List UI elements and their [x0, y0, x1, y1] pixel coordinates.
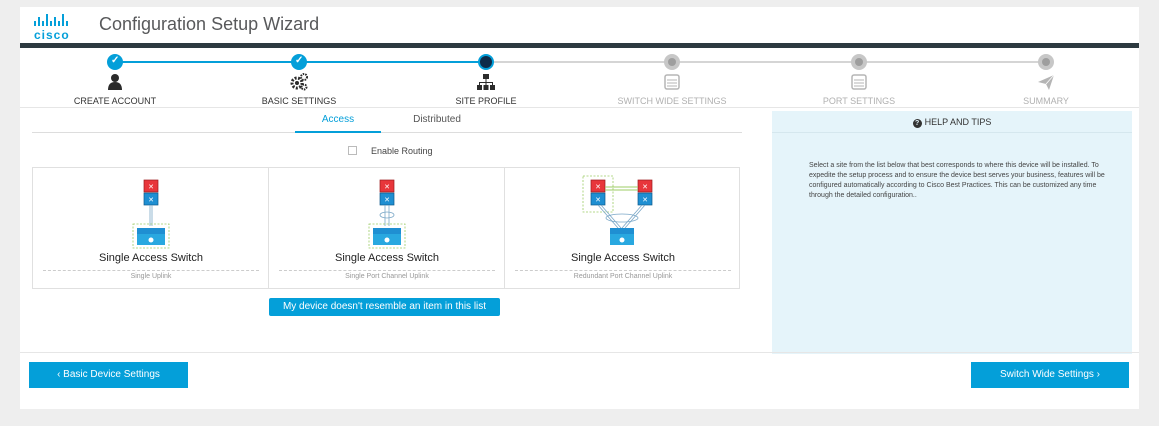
step-label-port-settings: PORT SETTINGS — [822, 96, 896, 106]
card-single-uplink[interactable]: ✕ ✕ Single Access Switch Single Uplink — [33, 168, 269, 288]
card-subtitle: Single Uplink — [130, 273, 172, 280]
site-profile-cards: ✕ ✕ Single Access Switch Single Uplink ✕… — [32, 167, 740, 289]
svg-text:cisco: cisco — [34, 28, 70, 42]
card-divider — [515, 270, 731, 271]
step-label-switch-wide-settings: SWITCH WIDE SETTINGS — [617, 96, 727, 106]
tab-distributed[interactable]: Distributed — [392, 113, 482, 133]
back-button[interactable]: ‹ Basic Device Settings — [29, 362, 188, 388]
enable-routing-label: Enable Routing — [371, 146, 433, 156]
card-title: Single Access Switch — [571, 252, 675, 264]
svg-text:✕: ✕ — [642, 197, 648, 204]
enable-routing-checkbox[interactable] — [348, 146, 357, 155]
next-button[interactable]: Switch Wide Settings › — [971, 362, 1129, 388]
cisco-logo: cisco — [34, 14, 70, 42]
stepper-divider — [20, 107, 1139, 108]
stepper-progress-line — [115, 61, 506, 63]
step-label-create-account: CREATE ACCOUNT — [73, 96, 157, 106]
topology-tabs: Access Distributed — [32, 113, 742, 133]
svg-text:✕: ✕ — [642, 184, 648, 191]
card-redundant-port-channel-uplink[interactable]: ✕ ✕ ✕ ✕ Single Access Switch Redundant P… — [505, 168, 741, 288]
step-label-site-profile: SITE PROFILE — [455, 96, 517, 106]
help-text: Select a site from the list below that b… — [809, 162, 1105, 199]
wizard-stepper: CREATE ACCOUNT BASIC SETTINGS SITE PROFI… — [20, 48, 1139, 106]
step-label-summary: SUMMARY — [1023, 96, 1069, 106]
enable-routing-option[interactable]: Enable Routing — [348, 146, 433, 156]
step-dot-summary — [1038, 54, 1054, 70]
svg-text:✕: ✕ — [595, 184, 601, 191]
help-title: ? HELP AND TIPS — [772, 111, 1132, 133]
header: cisco Configuration Setup Wizard — [20, 7, 1139, 43]
user-icon — [108, 74, 122, 90]
step-label-basic-settings: BASIC SETTINGS — [261, 96, 337, 106]
footer-divider — [20, 352, 1139, 353]
step-dot-port-settings — [851, 54, 867, 70]
switch-icon — [664, 74, 680, 90]
help-title-text: HELP AND TIPS — [924, 117, 992, 127]
svg-text:✕: ✕ — [148, 184, 154, 191]
step-dot-switch-wide-settings — [664, 54, 680, 70]
step-dot-basic-settings — [291, 54, 307, 70]
tab-access[interactable]: Access — [295, 113, 381, 133]
card-subtitle: Redundant Port Channel Uplink — [573, 273, 673, 280]
svg-text:✕: ✕ — [595, 197, 601, 204]
card-divider — [43, 270, 259, 271]
sitemap-icon — [477, 74, 495, 90]
gears-icon — [290, 73, 308, 91]
card-subtitle: Single Port Channel Uplink — [345, 273, 429, 280]
step-dot-site-profile — [478, 54, 494, 70]
svg-text:✕: ✕ — [148, 197, 154, 204]
single-port-channel-diagram-icon: ✕ ✕ — [368, 179, 406, 249]
card-title: Single Access Switch — [99, 252, 203, 264]
card-single-port-channel-uplink[interactable]: ✕ ✕ Single Access Switch Single Port Cha… — [269, 168, 505, 288]
card-title: Single Access Switch — [335, 252, 439, 264]
stepper-remaining-line — [486, 61, 1046, 63]
app-title: Configuration Setup Wizard — [99, 14, 320, 34]
question-circle-icon: ? — [912, 119, 922, 128]
wizard-frame: cisco Configuration Setup Wizard CREATE … — [20, 7, 1139, 409]
single-uplink-diagram-icon: ✕ ✕ — [132, 179, 170, 249]
paper-plane-icon — [1038, 74, 1055, 90]
card-divider — [279, 270, 495, 271]
step-dot-create-account — [107, 54, 123, 70]
redundant-port-channel-diagram-icon: ✕ ✕ ✕ ✕ — [582, 175, 653, 245]
switch-icon — [851, 74, 867, 90]
no-match-button[interactable]: My device doesn't resemble an item in th… — [269, 298, 500, 316]
svg-text:✕: ✕ — [384, 184, 390, 191]
svg-text:✕: ✕ — [384, 197, 390, 204]
help-panel: ? HELP AND TIPS Select a site from the li… — [772, 111, 1132, 354]
